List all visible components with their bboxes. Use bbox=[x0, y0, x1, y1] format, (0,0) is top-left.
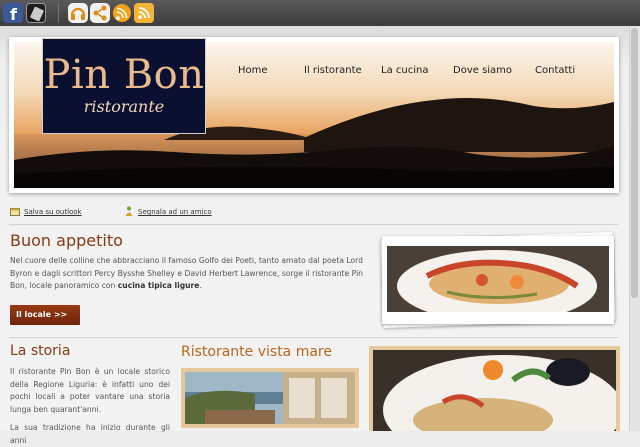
logo[interactable]: Pin Bon ristorante bbox=[42, 38, 206, 134]
logo-title: Pin Bon bbox=[43, 52, 205, 98]
recommend-link[interactable]: Segnala ad un amico bbox=[138, 208, 212, 216]
nav-home[interactable]: Home bbox=[238, 65, 268, 76]
photo-front-frame bbox=[382, 236, 614, 324]
scrollbar[interactable] bbox=[629, 26, 640, 431]
sea-view-terrace-image bbox=[185, 372, 355, 424]
logo-subtitle: ristorante bbox=[83, 97, 165, 116]
toolbar-separator bbox=[58, 4, 59, 22]
storia-text-2: La sua tradizione ha inizio durante gli … bbox=[10, 423, 170, 445]
seafood-pasta-image bbox=[373, 350, 616, 431]
intro-text: Nel cuore delle colline che abbracciano … bbox=[10, 255, 363, 293]
intro-text-bold: cucina tipica ligure bbox=[117, 281, 200, 290]
divider bbox=[9, 224, 619, 225]
nav-il-ristorante[interactable]: Il ristorante bbox=[304, 65, 362, 76]
nav-la-cucina[interactable]: La cucina bbox=[381, 65, 428, 76]
save-outlook-link[interactable]: Salva su outlook bbox=[24, 208, 82, 216]
headphones-icon[interactable] bbox=[68, 3, 88, 23]
share-icon[interactable] bbox=[90, 3, 110, 23]
intro-text-part2: . bbox=[199, 281, 202, 290]
scrollbar-thumb[interactable] bbox=[631, 28, 638, 298]
rss-circle-icon[interactable] bbox=[112, 3, 132, 23]
page: Pin Bon ristorante Home Il ristorante La… bbox=[0, 26, 629, 445]
storia-text: Il ristorante Pin Bon è un locale storic… bbox=[10, 367, 170, 414]
food-photo-stack bbox=[380, 231, 616, 329]
vista-title: Ristorante vista mare bbox=[181, 344, 332, 360]
storia-title: La storia bbox=[10, 343, 71, 359]
top-toolbar: f bbox=[0, 0, 640, 26]
nav-contatti[interactable]: Contatti bbox=[535, 65, 575, 76]
pasta-photo bbox=[369, 346, 620, 431]
seafood-plate-image bbox=[387, 246, 609, 312]
svg-text:f: f bbox=[10, 5, 18, 23]
terrace-photo bbox=[181, 368, 359, 428]
divider-2 bbox=[9, 337, 619, 338]
calendar-icon bbox=[10, 208, 20, 216]
facebook-icon[interactable]: f bbox=[3, 3, 23, 23]
il-locale-button[interactable]: Il locale >> bbox=[10, 305, 80, 325]
person-icon bbox=[125, 206, 133, 216]
nav-dove-siamo[interactable]: Dove siamo bbox=[453, 65, 512, 76]
mobile-icon[interactable] bbox=[26, 3, 46, 23]
intro-title: Buon appetito bbox=[10, 231, 123, 250]
rss-icon[interactable] bbox=[134, 3, 154, 23]
